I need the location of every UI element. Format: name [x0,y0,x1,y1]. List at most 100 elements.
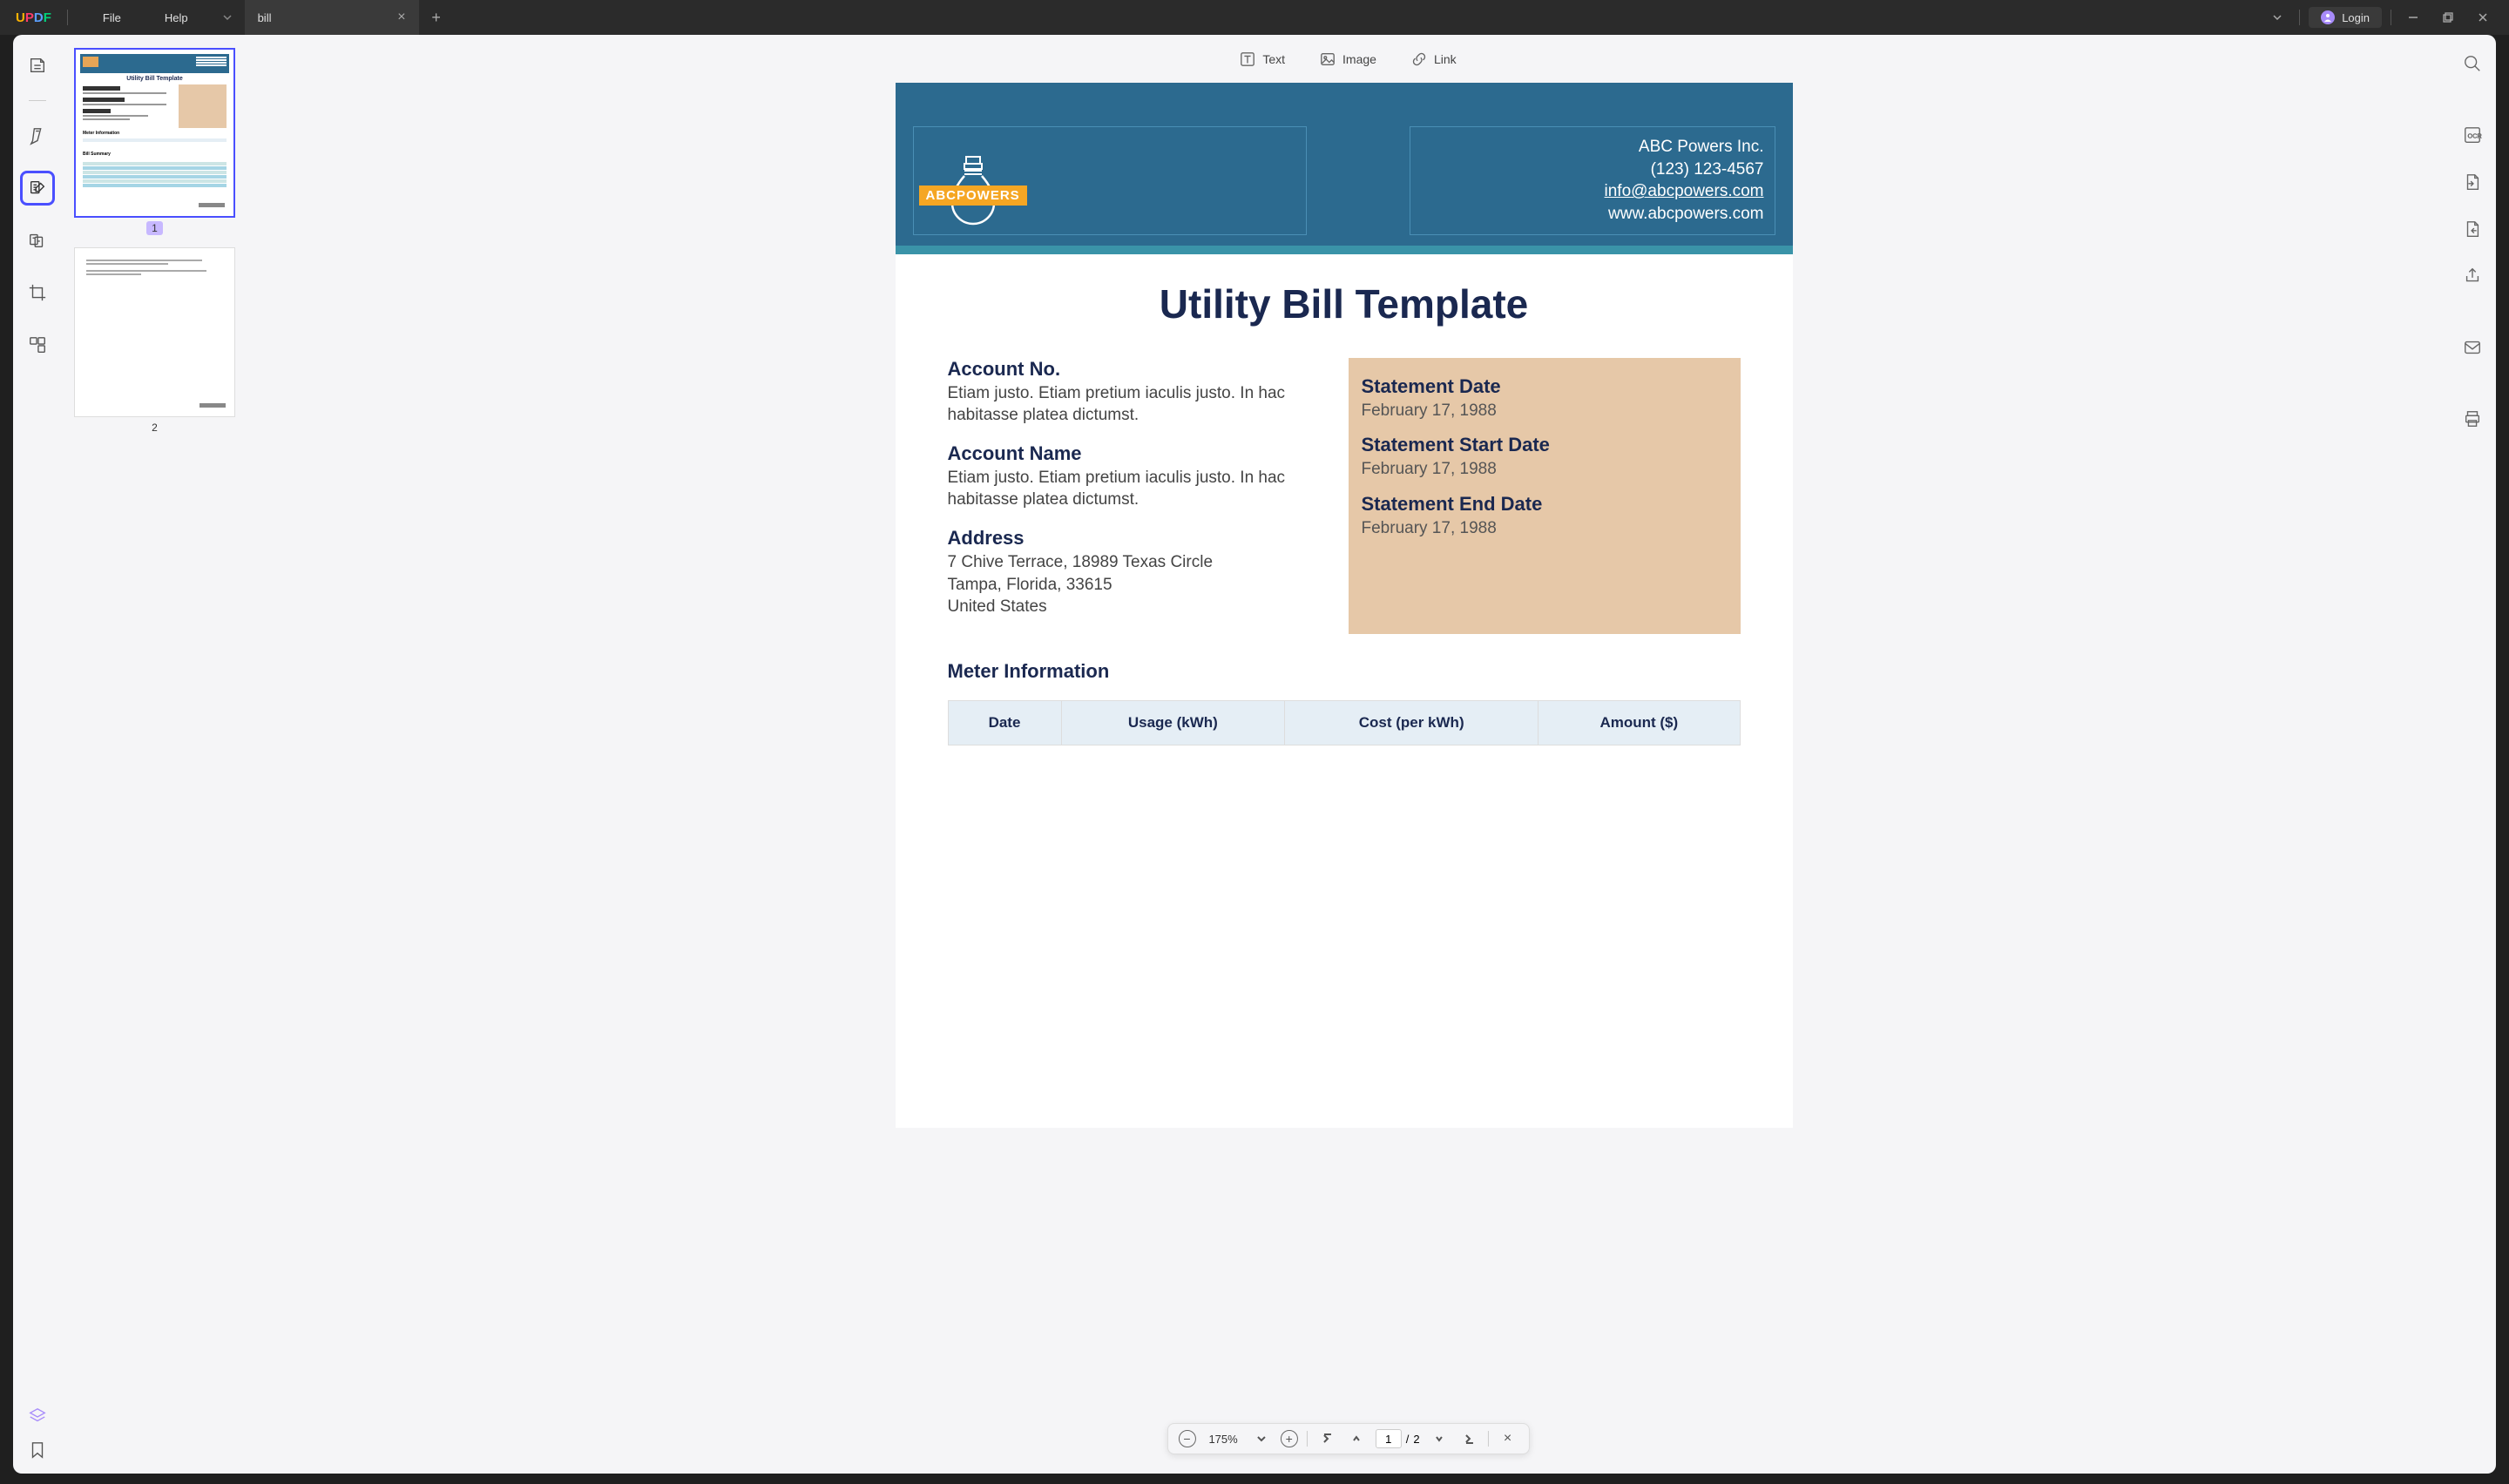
document-tab[interactable]: bill × [245,0,419,35]
meter-table[interactable]: Date Usage (kWh) Cost (per kWh) Amount (… [948,700,1741,745]
separator [29,100,46,101]
account-no-label: Account No. [948,358,1305,381]
account-name-value: Etiam justo. Etiam pretium iaculis justo… [948,467,1305,511]
address-field[interactable]: Address 7 Chive Terrace, 18989 Texas Cir… [948,527,1305,618]
tab-close-icon[interactable]: × [397,10,405,25]
left-sidebar-bottom [27,1406,48,1460]
account-no-field[interactable]: Account No. Etiam justo. Etiam pretium i… [948,358,1305,427]
th-cost: Cost (per kWh) [1285,701,1539,745]
thumbnails-panel: Utility Bill Template Meter Information [61,35,248,1474]
zoom-out-button[interactable]: − [1178,1430,1195,1447]
account-info-column: Account No. Etiam justo. Etiam pretium i… [948,358,1305,634]
statement-dates-column[interactable]: Statement Date February 17, 1988 Stateme… [1349,358,1741,634]
company-email: info@abcpowers.com [1421,180,1764,203]
account-name-field[interactable]: Account Name Etiam justo. Etiam pretium … [948,442,1305,511]
new-tab-button[interactable]: + [419,0,454,35]
edit-toolbar: Text Image Link [248,35,2448,83]
prev-page-button[interactable] [1346,1428,1367,1449]
last-page-button[interactable] [1458,1428,1479,1449]
company-phone: (123) 123-4567 [1421,159,1764,181]
bookmark-icon[interactable] [27,1440,48,1460]
thumbnail-preview-1: Utility Bill Template Meter Information [74,48,235,218]
link-tool-button[interactable]: Link [1411,51,1457,67]
share-icon[interactable] [2457,260,2488,292]
th-date: Date [948,701,1061,745]
app-logo: UPDF [0,10,67,25]
logo-text: ABCPOWERS [919,186,1027,206]
thumbnail-preview-2 [74,247,235,417]
doc-header: ABCPOWERS ABC Powers Inc. (123) 123-4567… [896,83,1793,254]
search-icon[interactable] [2457,48,2488,79]
thumbnail-page-2[interactable]: 2 [74,247,235,434]
company-logo: ABCPOWERS [919,155,1027,206]
menu-file[interactable]: File [81,11,143,24]
avatar-icon [2321,10,2335,24]
export-icon[interactable] [2457,166,2488,198]
minimize-button[interactable] [2400,4,2426,30]
comment-tool-icon[interactable] [20,118,55,153]
close-button[interactable] [2470,4,2496,30]
doc-body: Account No. Etiam justo. Etiam pretium i… [896,358,1793,634]
zoom-in-button[interactable]: + [1281,1430,1298,1447]
statement-start-label: Statement Start Date [1362,434,1728,456]
separator [2299,10,2300,25]
meter-title[interactable]: Meter Information [948,660,1741,683]
titlebar: UPDF File Help bill × + Login [0,0,2509,35]
address-label: Address [948,527,1305,550]
page-indicator: / 2 [1376,1429,1420,1448]
statement-start-value: February 17, 1988 [1362,458,1728,481]
meter-section: Meter Information Date Usage (kWh) Cost … [896,634,1793,745]
login-button[interactable]: Login [2309,7,2382,28]
svg-text:OCR: OCR [2467,132,2481,140]
company-website: www.abcpowers.com [1421,203,1764,226]
address-value: 7 Chive Terrace, 18989 Texas Circle Tamp… [948,551,1305,618]
statement-date-value: February 17, 1988 [1362,400,1728,422]
email-icon[interactable] [2457,332,2488,363]
account-no-value: Etiam justo. Etiam pretium iaculis justo… [948,382,1305,427]
document-viewport[interactable]: ABCPOWERS ABC Powers Inc. (123) 123-4567… [248,83,2448,1474]
document-title[interactable]: Utility Bill Template [896,254,1793,358]
text-tool-button[interactable]: Text [1240,51,1285,67]
page-total: 2 [1413,1433,1419,1446]
th-amount: Amount ($) [1539,701,1740,745]
page-input[interactable] [1376,1429,1402,1448]
zoom-level[interactable]: 175% [1204,1433,1241,1446]
dropdown-icon[interactable] [2264,4,2290,30]
company-info-block[interactable]: ABC Powers Inc. (123) 123-4567 info@abcp… [1410,126,1775,235]
company-name: ABC Powers Inc. [1421,136,1764,159]
first-page-button[interactable] [1316,1428,1337,1449]
page-sep: / [1406,1433,1410,1446]
account-name-label: Account Name [948,442,1305,465]
edit-tool-icon[interactable] [20,171,55,206]
separator [1307,1431,1308,1447]
convert-icon[interactable] [2457,213,2488,245]
table-header-row: Date Usage (kWh) Cost (per kWh) Amount (… [948,701,1740,745]
statement-end-label: Statement End Date [1362,493,1728,516]
text-tool-label: Text [1262,52,1285,66]
tab-title: bill [258,11,272,24]
reader-tool-icon[interactable] [20,48,55,83]
close-toolbar-button[interactable]: × [1498,1428,1518,1449]
tabs-area: bill × + [210,0,2265,35]
zoom-dropdown-icon[interactable] [1251,1428,1272,1449]
ocr-icon[interactable]: OCR [2457,119,2488,151]
document-page-1[interactable]: ABCPOWERS ABC Powers Inc. (123) 123-4567… [896,83,1793,1128]
tools-icon[interactable] [20,327,55,362]
link-tool-label: Link [1434,52,1457,66]
print-icon[interactable] [2457,403,2488,435]
separator [67,10,68,25]
maximize-button[interactable] [2435,4,2461,30]
titlebar-right: Login [2264,4,2509,30]
tab-dropdown[interactable] [210,0,245,35]
right-sidebar: OCR [2448,35,2496,1474]
bottom-toolbar: − 175% + / 2 × [1167,1423,1529,1454]
organize-tool-icon[interactable] [20,223,55,258]
doc-logo-frame[interactable]: ABCPOWERS [913,126,1307,235]
next-page-button[interactable] [1429,1428,1450,1449]
thumbnail-page-1[interactable]: Utility Bill Template Meter Information [74,48,235,234]
layers-icon[interactable] [27,1406,48,1427]
menu-help[interactable]: Help [143,11,210,24]
crop-tool-icon[interactable] [20,275,55,310]
image-tool-button[interactable]: Image [1320,51,1376,67]
statement-end-value: February 17, 1988 [1362,517,1728,540]
